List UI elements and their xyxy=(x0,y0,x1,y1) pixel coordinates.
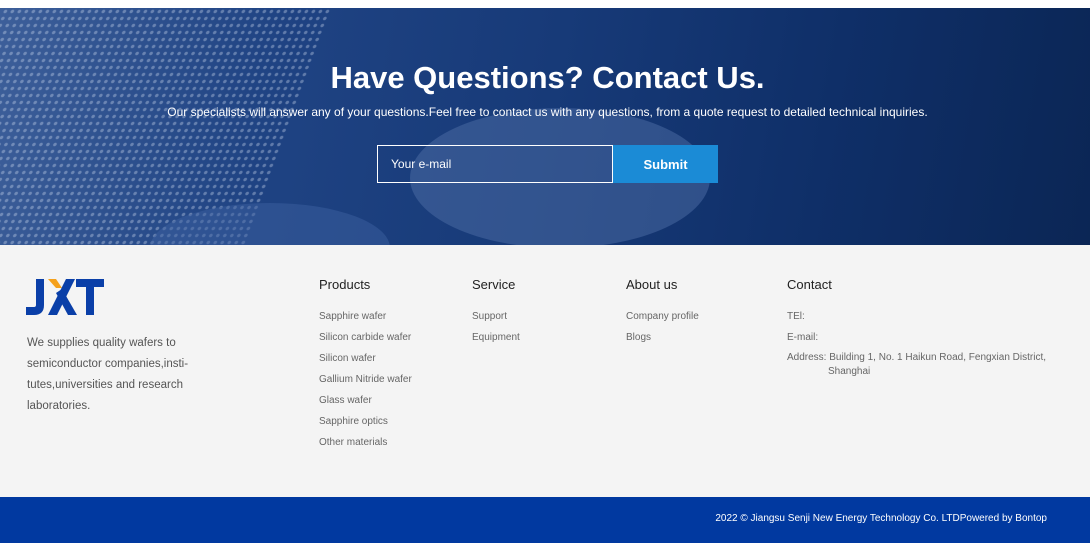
column-title: About us xyxy=(626,277,678,292)
contact-address: Address: Building 1, No. 1 Haikun Road, … xyxy=(787,352,1047,377)
footer-link[interactable]: Silicon wafer xyxy=(319,348,412,369)
copyright-text: 2022 © Jiangsu Senji New Energy Technolo… xyxy=(715,513,1047,524)
contact-banner: Have Questions? Contact Us. Our speciali… xyxy=(0,8,1090,245)
contact-tel: TEl: xyxy=(787,311,805,322)
column-title: Contact xyxy=(787,277,832,292)
footer-link[interactable]: Gallium Nitride wafer xyxy=(319,369,412,390)
banner-subtitle: Our specialists will answer any of your … xyxy=(167,105,928,119)
footer: We supplies quality wafers to semiconduc… xyxy=(0,245,1090,497)
products-column: Products Sapphire wafer Silicon carbide … xyxy=(319,277,412,453)
company-description: We supplies quality wafers to semiconduc… xyxy=(27,337,189,412)
column-title: Service xyxy=(472,277,516,292)
footer-link[interactable]: Blogs xyxy=(626,327,699,348)
footer-link[interactable]: Glass wafer xyxy=(319,390,412,411)
about-column: About us Company profile Blogs xyxy=(626,277,699,348)
jxt-logo[interactable] xyxy=(26,279,104,320)
contact-email: E-mail: xyxy=(787,332,819,343)
contact-column: Contact TEl: E-mail: Address: Building 1… xyxy=(787,277,1047,379)
footer-link[interactable]: Silicon carbide wafer xyxy=(319,327,412,348)
footer-link[interactable]: Other materials xyxy=(319,432,412,453)
column-title: Products xyxy=(319,277,371,292)
footer-link[interactable]: Sapphire wafer xyxy=(319,306,412,327)
submit-button[interactable]: Submit xyxy=(613,145,718,183)
banner-title: Have Questions? Contact Us. xyxy=(330,60,765,95)
email-input[interactable] xyxy=(377,145,613,183)
copyright-bar: 2022 © Jiangsu Senji New Energy Technolo… xyxy=(0,497,1090,543)
footer-link[interactable]: Support xyxy=(472,306,520,327)
footer-link[interactable]: Equipment xyxy=(472,327,520,348)
service-column: Service Support Equipment xyxy=(472,277,520,348)
footer-link[interactable]: Sapphire optics xyxy=(319,411,412,432)
footer-link[interactable]: Company profile xyxy=(626,306,699,327)
